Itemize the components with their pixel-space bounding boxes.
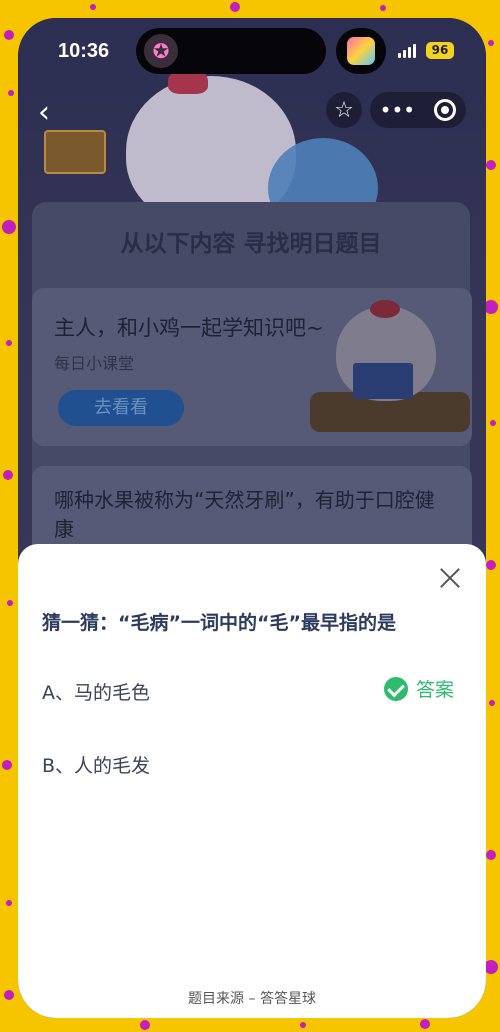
confetti-dot [486,160,496,170]
phone-screen: 10:36 ✪ 96 ‹ ☆ ••• 从以下内容 寻找明日题目 主人，和小鸡一起… [18,18,486,1018]
medal-frame-illustration [44,130,106,174]
status-time: 10:36 [58,40,110,62]
live-activity-icon: ✪ [144,34,178,68]
confetti-dot [4,30,14,40]
lesson-title: 主人，和小鸡一起学知识吧~ [54,316,324,340]
question-preview-text: 哪种水果被称为“天然牙刷”，有助于口腔健康 [54,488,435,541]
confetti-dot [490,420,496,426]
confetti-dot [8,90,14,96]
confetti-dot [300,1022,306,1028]
book-illustration [353,363,413,399]
go-see-button[interactable]: 去看看 [58,390,184,426]
confetti-dot [6,340,12,346]
dynamic-island: ✪ [136,28,326,74]
confetti-dot [3,470,13,480]
confetti-dot [484,300,498,314]
app-chip [336,28,386,74]
close-icon[interactable] [436,564,464,592]
confetti-dot [7,600,13,606]
confetti-dot [140,1020,150,1030]
confetti-dot [2,220,16,234]
chevron-left-icon: ‹ [38,95,50,130]
confetti-dot [4,990,14,1000]
confetti-dot [484,960,498,974]
confetti-dot [380,5,386,11]
confetti-dot [420,1019,430,1029]
confetti-dot [489,700,495,706]
app-thumbnail-icon [347,37,375,65]
option-a[interactable]: A、马的毛色 [42,678,150,705]
reading-chick-comb [370,300,400,318]
answer-sheet: 猜一猜：“毛病”一词中的“毛”最早指的是 A、马的毛色 答案 B、人的毛发 题目… [18,544,486,1018]
favorite-button[interactable]: ☆ [326,92,362,128]
battery-indicator: 96 [426,42,454,59]
answer-label: 答案 [416,679,455,701]
panel-title: 从以下内容 寻找明日题目 [120,231,382,257]
more-dots-icon[interactable]: ••• [380,98,415,122]
confetti-dot [90,4,96,10]
question-source: 题目来源 – 答答星球 [188,991,316,1007]
quiz-question: 猜一猜：“毛病”一词中的“毛”最早指的是 [42,612,396,634]
mini-program-capsule: ••• [370,92,466,128]
status-bar: 10:36 ✪ 96 [18,18,486,82]
confetti-dot [230,2,240,12]
confetti-dot [6,900,12,906]
answer-badge: 答案 [384,675,454,702]
confetti-dot [488,40,494,46]
lesson-subtitle: 每日小课堂 [54,354,135,373]
star-icon: ☆ [334,97,354,123]
option-b[interactable]: B、人的毛发 [42,751,150,778]
target-icon[interactable] [434,99,457,121]
confetti-dot [486,560,496,570]
signal-icon [398,44,416,58]
back-button[interactable]: ‹ [38,98,50,128]
confetti-dot [2,760,12,770]
check-circle-icon [384,676,408,701]
confetti-dot [486,850,496,860]
